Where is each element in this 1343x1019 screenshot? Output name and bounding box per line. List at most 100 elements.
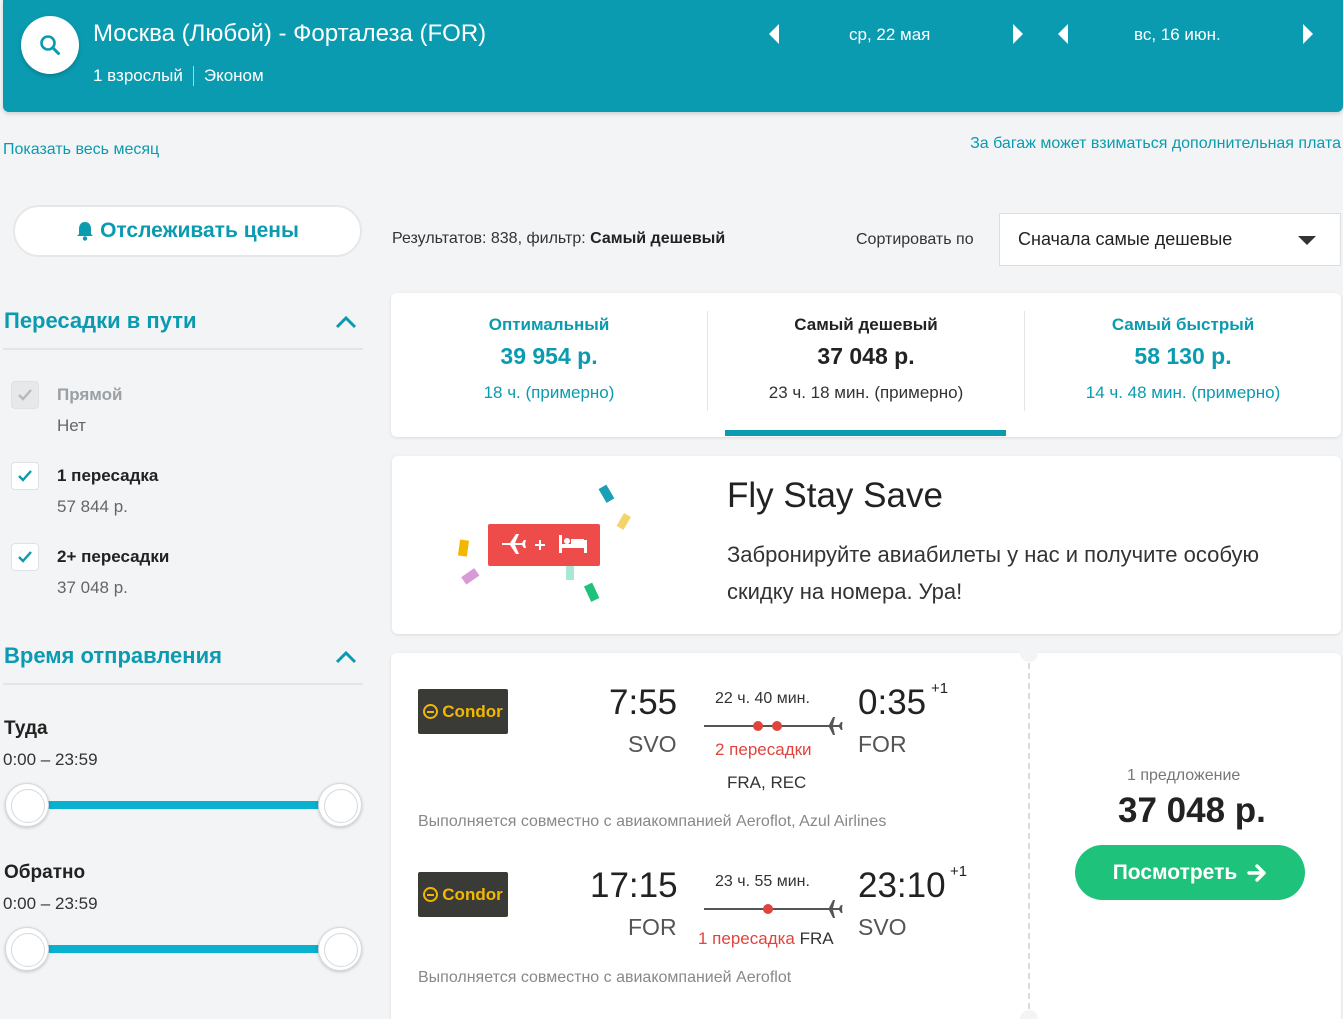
results-filter: Самый дешевый (590, 230, 726, 247)
outbound-departure-airport: SVO (628, 731, 677, 757)
check-icon (18, 551, 32, 563)
option-direct-label: Прямой (57, 385, 123, 404)
route-title[interactable]: Москва (Любой) - Форталеза (FOR) (93, 20, 486, 48)
chevron-up-icon[interactable] (335, 315, 357, 329)
check-icon (18, 389, 32, 401)
track-prices-button[interactable]: Отслеживать цены (13, 205, 362, 257)
stop-dot (753, 721, 763, 731)
condor-logo-icon (423, 704, 439, 719)
return-stops[interactable]: 1 пересадка FRA (698, 929, 834, 949)
condor-logo-icon (423, 887, 439, 902)
baggage-fee-link[interactable]: За багаж может взиматься дополнительная … (970, 135, 1341, 153)
tab-price: 58 130 р. (1134, 343, 1232, 369)
show-whole-month-link[interactable]: Показать весь месяц (3, 141, 159, 159)
stops-filter-title[interactable]: Пересадки в пути (4, 308, 197, 334)
return-operated-by: Выполняется совместно с авиакомпанией Ae… (418, 969, 792, 986)
outbound-time-label: Туда (4, 718, 48, 739)
airline-logo-condor: Condor (418, 689, 508, 734)
offers-count: 1 предложение (1127, 767, 1241, 784)
tab-fastest[interactable]: Самый быстрый 58 130 р. 14 ч. 48 мин. (п… (1025, 293, 1341, 437)
option-one-stop-label: 1 пересадка (57, 466, 159, 485)
outbound-time-range: 0:00 – 23:59 (3, 750, 98, 769)
stop-dot (763, 904, 773, 914)
prev-depart-date-arrow[interactable] (769, 24, 779, 44)
checkbox-one-stop[interactable] (11, 462, 39, 490)
outbound-duration: 22 ч. 40 мин. (715, 690, 810, 707)
search-icon (40, 35, 60, 55)
sort-selected-value: Сначала самые дешевые (1018, 229, 1233, 249)
outbound-time-slider[interactable] (27, 801, 340, 809)
flight-result-card[interactable]: Condor 7:55 SVO 22 ч. 40 мин. 2 пересадк… (391, 644, 1341, 1019)
sort-label: Сортировать по (856, 231, 974, 248)
return-via-airports: FRA (799, 929, 834, 948)
card-notch (1020, 644, 1038, 662)
divider (3, 348, 363, 350)
arrow-right-icon (1247, 863, 1266, 882)
tab-price: 39 954 р. (500, 343, 598, 369)
sort-tabs: Оптимальный 39 954 р. 18 ч. (примерно) С… (391, 293, 1341, 437)
tab-duration: 14 ч. 48 мин. (примерно) (1085, 383, 1281, 402)
bell-icon (77, 222, 94, 241)
prev-return-date-arrow[interactable] (1058, 24, 1068, 44)
chevron-up-icon[interactable] (335, 650, 357, 664)
outbound-slider-max-handle[interactable] (318, 783, 362, 827)
return-date[interactable]: вс, 16 июн. (1134, 25, 1221, 45)
tab-duration: 23 ч. 18 мин. (примерно) (768, 383, 964, 402)
outbound-arrival-time: 0:35 (858, 683, 927, 722)
next-return-date-arrow[interactable] (1303, 24, 1313, 44)
fly-stay-save-illustration (457, 484, 631, 602)
return-duration: 23 ч. 55 мин. (715, 873, 810, 890)
tab-cheapest[interactable]: Самый дешевый 37 048 р. 23 ч. 18 мин. (п… (708, 293, 1024, 437)
tab-title: Оптимальный (488, 315, 610, 334)
tab-title: Самый дешевый (794, 315, 938, 334)
search-header: Москва (Любой) - Форталеза (FOR) 1 взрос… (3, 0, 1343, 112)
checkbox-direct[interactable] (11, 381, 39, 409)
passengers-label: 1 взрослый (93, 66, 183, 85)
return-stops-count: 1 пересадка (698, 929, 795, 948)
bed-icon (559, 535, 587, 553)
checkbox-two-plus-stops[interactable] (11, 543, 39, 571)
next-depart-date-arrow[interactable] (1013, 24, 1023, 44)
tab-title: Самый быстрый (1111, 315, 1255, 334)
outbound-next-day: +1 (931, 680, 949, 697)
outbound-arrival-airport: FOR (858, 731, 907, 757)
promo-text: Забронируйте авиабилеты у нас и получите… (727, 542, 1259, 604)
search-button[interactable] (21, 16, 79, 74)
outbound-via-airports: FRA, REC (727, 773, 807, 792)
return-time-range: 0:00 – 23:59 (3, 894, 98, 913)
flight-price: 37 048 р. (1118, 791, 1266, 830)
divider (3, 683, 363, 685)
depart-date[interactable]: ср, 22 мая (849, 25, 930, 45)
airline-name: Condor (442, 884, 503, 904)
return-slider-max-handle[interactable] (318, 927, 362, 971)
return-next-day: +1 (950, 863, 968, 880)
divider (192, 66, 194, 86)
outbound-operated-by: Выполняется совместно с авиакомпанией Ae… (418, 813, 887, 830)
card-notch (1020, 1010, 1038, 1019)
view-button-label: Посмотреть (1112, 860, 1238, 884)
divider (1028, 653, 1030, 1019)
outbound-departure-time: 7:55 (609, 683, 678, 722)
tab-price: 37 048 р. (817, 343, 915, 369)
tab-optimal[interactable]: Оптимальный 39 954 р. 18 ч. (примерно) (391, 293, 707, 437)
outbound-stops[interactable]: 2 пересадки (715, 740, 812, 760)
return-slider-min-handle[interactable] (5, 927, 49, 971)
sort-dropdown[interactable]: Сначала самые дешевые (999, 213, 1341, 266)
outbound-slider-min-handle[interactable] (5, 783, 49, 827)
return-departure-airport: FOR (628, 914, 677, 940)
plane-icon (502, 534, 526, 554)
departure-time-title[interactable]: Время отправления (4, 643, 222, 669)
option-two-plus-price: 37 048 р. (57, 578, 128, 597)
option-two-plus-label: 2+ пересадки (57, 547, 170, 566)
outbound-route-line (704, 725, 824, 727)
tab-duration: 18 ч. (примерно) (483, 383, 615, 402)
airline-name: Condor (442, 701, 503, 721)
passenger-cabin-info[interactable]: 1 взрослый Эконом (93, 66, 264, 86)
results-count: Результатов: 838, фильтр: (392, 230, 591, 247)
return-time-slider[interactable] (27, 945, 340, 953)
airline-logo-condor: Condor (418, 872, 508, 917)
check-icon (18, 470, 32, 482)
view-flight-button[interactable]: Посмотреть (1075, 845, 1305, 900)
promo-title: Fly Stay Save (727, 476, 943, 515)
promo-banner[interactable]: Fly Stay Save Забронируйте авиабилеты у … (392, 456, 1341, 634)
